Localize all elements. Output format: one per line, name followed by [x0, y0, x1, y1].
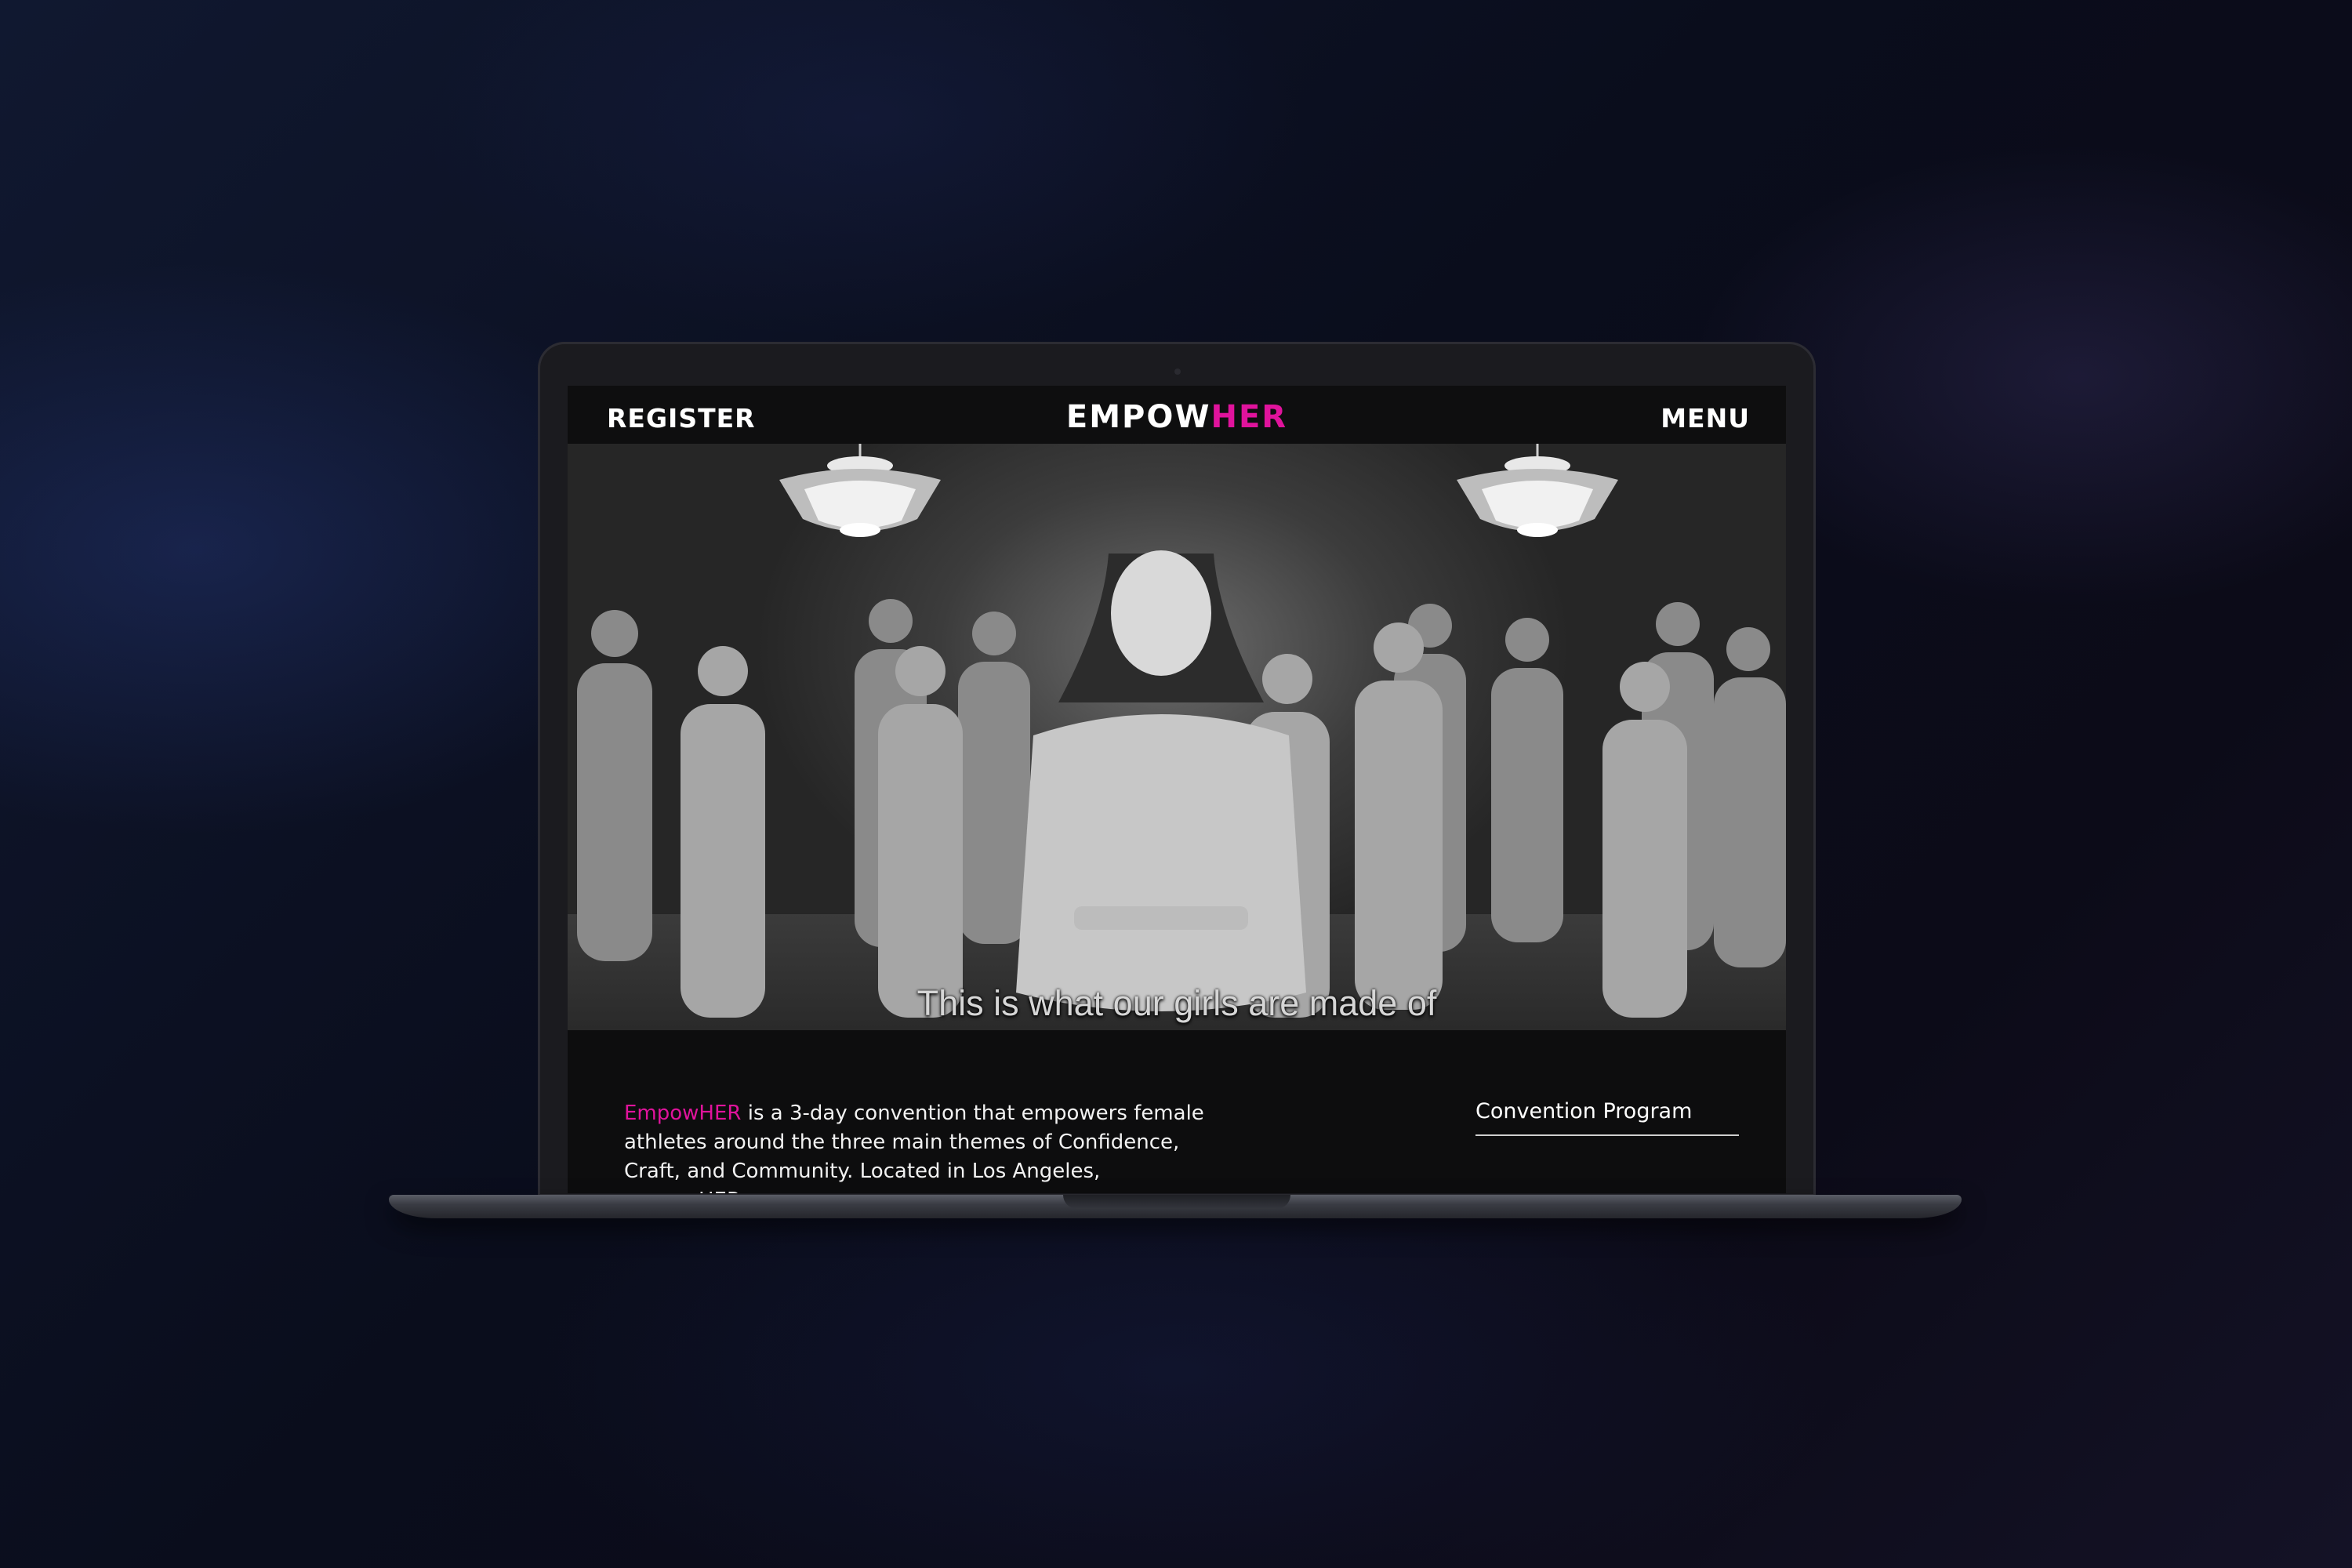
camera-icon [1174, 368, 1181, 375]
laptop-hinge-notch [1063, 1195, 1290, 1209]
intro-section: EmpowHER is a 3-day convention that empo… [568, 1030, 1786, 1193]
laptop-screen: REGISTER EMPOWHER MENU This is what our … [568, 386, 1786, 1193]
convention-program-link[interactable]: Convention Program [1475, 1099, 1739, 1136]
intro-brand: EmpowHER [624, 1102, 742, 1125]
logo-accent: HER [1210, 399, 1288, 435]
choir-scene [577, 550, 1786, 1018]
site-logo[interactable]: EMPOWHER [568, 399, 1786, 435]
hero-video[interactable]: This is what our girls are made of [568, 444, 1786, 1030]
logo-prefix: EMPOW [1065, 399, 1211, 435]
menu-button[interactable]: MENU [1661, 403, 1750, 434]
video-subtitle: This is what our girls are made of [916, 983, 1437, 1023]
intro-paragraph: EmpowHER is a 3-day convention that empo… [624, 1099, 1220, 1193]
site-header: REGISTER EMPOWHER MENU [568, 386, 1786, 444]
